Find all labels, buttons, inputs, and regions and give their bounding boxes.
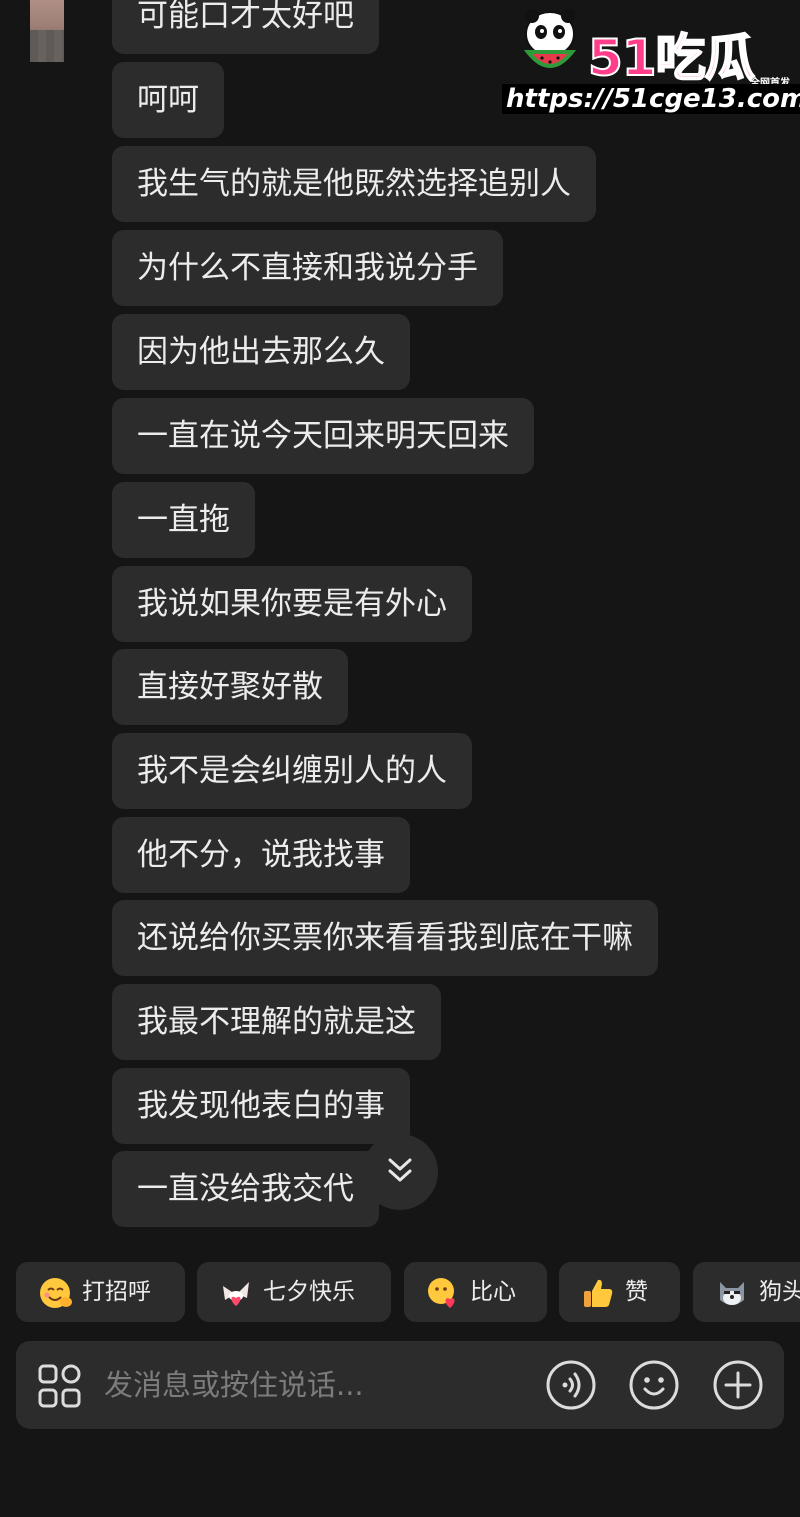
quick-reply-heart[interactable]: 比心 [404,1262,547,1322]
watermark-logo-text: 51吃瓜 [587,29,756,87]
quick-reply-label: 打招呼 [82,1279,151,1305]
watermark-url: https://51cge13.com [502,84,800,114]
message-bubble: 为什么不直接和我说分手 [112,230,503,306]
message-bubble: 我发现他表白的事 [112,1068,410,1144]
finger-heart-emoji-icon [428,1278,455,1308]
message-bubble: 呵呵 [112,62,224,138]
quick-reply-like[interactable]: 赞 [559,1262,680,1322]
message-bubble: 他不分，说我找事 [112,817,410,893]
quick-reply-label: 比心 [470,1279,516,1305]
emoji-icon[interactable] [628,1359,680,1411]
message-bubble: 我不是会纠缠别人的人 [112,733,472,809]
quick-reply-label: 狗头 [759,1279,800,1305]
plus-icon[interactable] [712,1359,764,1411]
message-bubble: 直接好聚好散 [112,649,348,725]
message-bubble: 我生气的就是他既然选择追别人 [112,146,596,222]
quick-reply-doge[interactable]: 狗头 [693,1262,800,1322]
quick-reply-label: 赞 [625,1279,648,1305]
thumbs-up-emoji-icon [584,1279,613,1307]
message-bubble: 一直没给我交代 [112,1151,379,1227]
site-watermark: 51吃瓜 全网首发 https://51cge13.com [502,4,800,114]
message-bubble: 还说给你买票你来看看我到底在干嘛 [112,900,658,976]
dove-heart-emoji-icon [223,1282,249,1306]
dog-head-emoji-icon [720,1282,744,1305]
message-input[interactable]: 发消息或按住说话... [104,1341,364,1429]
scroll-to-bottom-button[interactable] [362,1134,438,1210]
message-bubble: 我说如果你要是有外心 [112,566,472,642]
apps-grid-icon[interactable] [38,1364,82,1408]
message-bubble: 因为他出去那么久 [112,314,410,390]
message-composer: 发消息或按住说话... [16,1341,784,1429]
message-list[interactable]: 可能口才太好吧 呵呵 我生气的就是他既然选择追别人 为什么不直接和我说分手 因为… [0,0,800,1240]
message-bubble: 可能口才太好吧 [112,0,379,54]
panda-watermelon-mascot-icon [523,9,577,68]
voice-input-icon[interactable] [545,1359,597,1411]
message-bubble: 一直拖 [112,482,255,558]
message-bubble: 我最不理解的就是这 [112,984,441,1060]
quick-reply-greet[interactable]: 打招呼 [16,1262,185,1322]
quick-reply-qixi[interactable]: 七夕快乐 [197,1262,391,1322]
message-bubble: 一直在说今天回来明天回来 [112,398,534,474]
quick-reply-bar: 打招呼 七夕快乐 比心 赞 狗头 [0,1262,800,1322]
quick-reply-label: 七夕快乐 [263,1279,355,1305]
double-chevron-down-icon [388,1158,412,1182]
wave-face-emoji-icon [40,1278,72,1308]
